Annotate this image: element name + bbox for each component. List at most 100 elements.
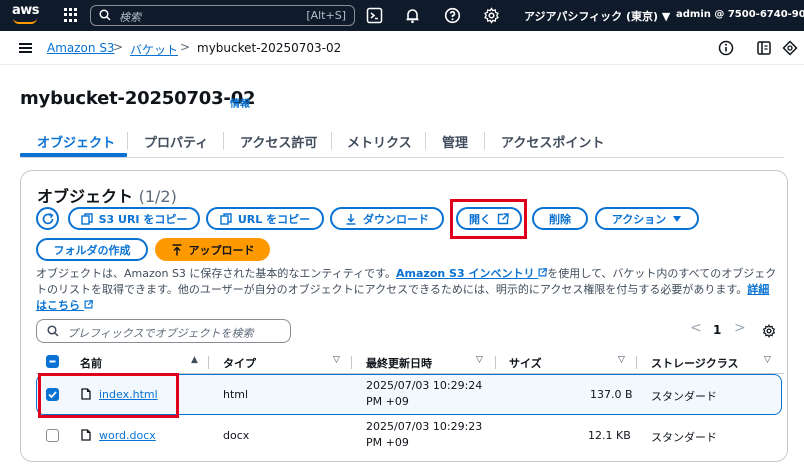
column-last-modified[interactable]: 最終更新日時 [366,355,432,371]
active-tab-indicator [20,153,127,157]
object-size: 137.0 B [590,388,633,401]
filter-placeholder: プレフィックスでオブジェクトを検索 [67,327,254,340]
search-shortcut: [Alt+S] [306,9,346,22]
download-label: ダウンロード [363,212,429,226]
last-modified-date: 2025/07/03 10:29:24 [366,379,483,392]
hamburger-menu-icon[interactable] [19,43,32,53]
objects-header: オブジェクト (1/2) [37,183,177,207]
s3-inventory-link[interactable]: Amazon S3 インベントリ [396,267,548,280]
breadcrumb-bar: Amazon S3 > バケット > mybucket-20250703-02 [0,31,804,65]
object-filter-input[interactable]: プレフィックスでオブジェクトを検索 [36,319,291,343]
tab-properties[interactable]: プロパティ [144,132,208,151]
objects-count: (1/2) [138,187,177,206]
search-icon [99,9,111,21]
object-storage-class: スタンダード [651,390,717,403]
info-link[interactable]: 情報 [230,95,250,110]
region-selector[interactable]: アジアパシフィック (東京) ▼ [524,8,670,24]
objects-table-header: 名前 ▲ タイプ ▽ 最終更新日時 ▽ サイズ ▽ ストレージクラス ▽ [36,350,784,374]
sort-icon[interactable]: ▽ [333,355,340,365]
cloudshell-icon[interactable] [366,7,383,24]
copy-s3-uri-button[interactable]: S3 URI をコピー [68,207,200,230]
refresh-button[interactable] [36,207,59,230]
s3-inventory-link-label: Amazon S3 インベントリ [396,267,535,280]
last-modified-tz: PM +09 [366,395,409,408]
sort-asc-icon[interactable]: ▲ [191,355,198,365]
breadcrumb-separator: > [113,40,124,54]
top-navigation: aws 検索 [Alt+S] アジアパシフィック (東京) ▼ admin @ … [0,0,804,31]
delete-label: 削除 [549,212,571,226]
object-last-modified: 2025/07/03 10:29:24 PM +09 [366,378,482,410]
objects-title: オブジェクト [37,187,134,206]
upload-button[interactable]: アップロード [155,238,270,261]
search-placeholder: 検索 [119,11,141,24]
actions-label: アクション [611,212,667,226]
indeterminate-icon [49,360,56,363]
copy-icon [80,212,93,225]
column-type[interactable]: タイプ [223,355,256,371]
copy-url-button[interactable]: URL をコピー [206,207,324,230]
caret-down-icon [673,215,682,222]
sort-icon[interactable]: ▽ [618,355,625,365]
tab-access-points[interactable]: アクセスポイント [501,132,604,151]
page-title: mybucket-20250703-02 [20,88,256,109]
tab-divider [223,132,224,150]
download-button[interactable]: ダウンロード [330,207,444,230]
pagination-prev-button[interactable]: < [690,320,702,336]
last-modified-tz: PM +09 [366,436,409,449]
info-circle-icon[interactable] [718,40,734,56]
external-link-icon [84,300,93,309]
tab-divider [484,132,485,150]
highlight-open-button [450,199,527,239]
object-name-link[interactable]: word.docx [99,429,156,442]
tab-divider [331,132,332,150]
select-all-checkbox[interactable] [46,355,59,368]
file-icon [81,429,91,441]
help-icon[interactable] [444,7,461,24]
column-divider [495,356,496,369]
settings-gear-icon[interactable] [483,7,500,24]
global-search-input[interactable]: 検索 [Alt+S] [90,5,355,26]
object-size: 12.1 KB [588,429,631,442]
object-last-modified: 2025/07/03 10:29:23 PM +09 [366,419,482,451]
create-folder-label: フォルダの作成 [53,243,131,257]
sort-icon[interactable]: ▽ [764,355,771,365]
aws-logo[interactable]: aws [10,3,44,27]
feedback-icon[interactable] [782,40,798,56]
breadcrumb-current-bucket: mybucket-20250703-02 [197,41,342,55]
tab-objects[interactable]: オブジェクト [37,132,115,151]
copy-icon [220,212,232,225]
row-checkbox[interactable] [46,429,59,442]
breadcrumb-buckets[interactable]: バケット [130,41,178,58]
panel-toggle-icon[interactable] [756,40,772,56]
pagination-next-button[interactable]: > [734,320,746,336]
upload-icon [172,243,181,255]
copy-s3-uri-label: S3 URI をコピー [98,212,188,226]
tab-permissions[interactable]: アクセス許可 [240,132,317,151]
create-folder-button[interactable]: フォルダの作成 [36,238,148,261]
column-divider [636,356,637,369]
column-storage-class[interactable]: ストレージクラス [651,355,739,371]
breadcrumb-separator: > [180,40,191,54]
last-modified-date: 2025/07/03 10:29:23 [366,420,483,433]
actions-dropdown[interactable]: アクション [595,207,699,230]
tab-management[interactable]: 管理 [442,132,468,151]
tab-divider [425,132,426,150]
account-menu[interactable]: admin @ 7500-6740-9009 ▼ [676,9,804,20]
services-grid-icon[interactable] [64,8,78,22]
column-name[interactable]: 名前 [80,355,102,371]
sort-icon[interactable]: ▽ [476,355,483,365]
download-icon [346,213,356,225]
tab-metrics[interactable]: メトリクス [347,132,412,151]
aws-logo-text: aws [12,3,40,18]
external-link-icon [538,268,548,277]
table-settings-gear-icon[interactable] [762,324,776,338]
notifications-bell-icon[interactable] [404,7,421,24]
object-type: html [223,388,249,401]
object-storage-class: スタンダード [651,431,717,444]
breadcrumb-amazon-s3[interactable]: Amazon S3 [47,41,115,55]
table-row[interactable]: word.docx docx 2025/07/03 10:29:23 PM +0… [36,416,782,457]
column-size[interactable]: サイズ [509,355,542,371]
pagination-current-page[interactable]: 1 [713,323,721,337]
delete-button[interactable]: 削除 [532,207,588,230]
refresh-icon [42,212,53,224]
